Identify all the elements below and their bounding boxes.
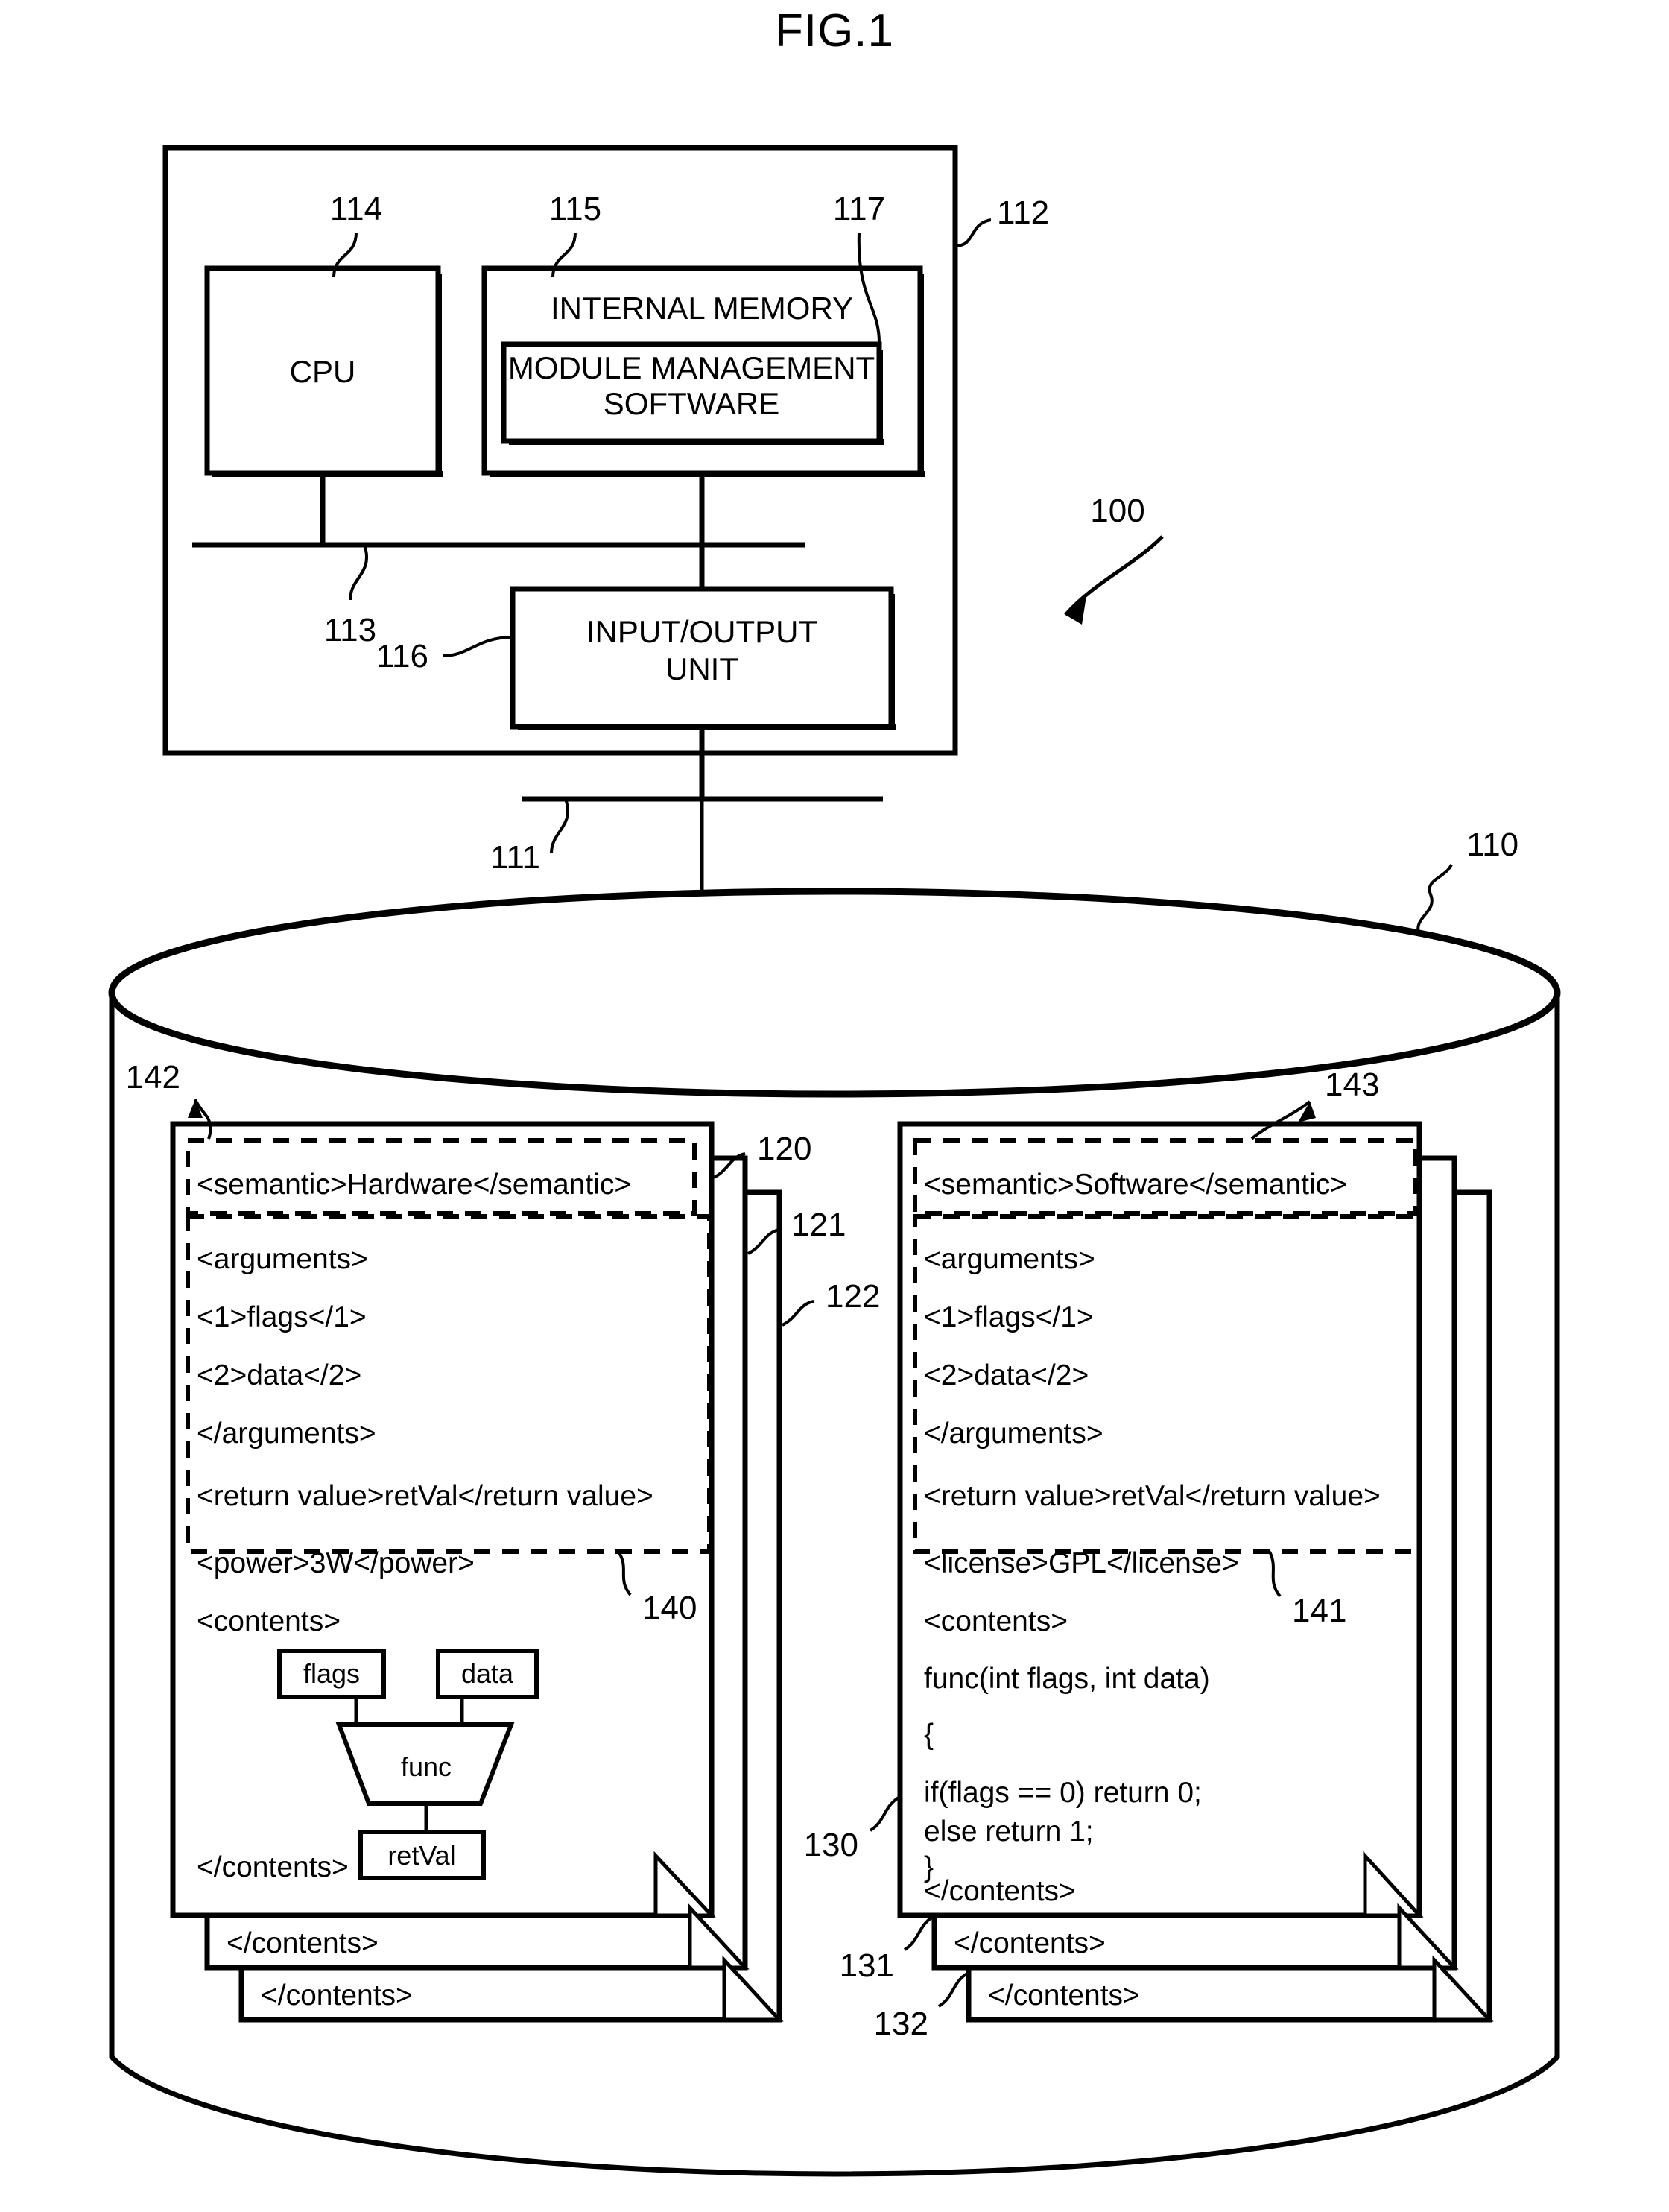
storage-cylinder-top xyxy=(108,888,1561,1098)
ref-130: 130 xyxy=(804,1827,858,1863)
ref-117: 117 xyxy=(833,191,885,227)
ref-132: 132 xyxy=(874,2006,928,2042)
circuit-data-label: data xyxy=(461,1658,514,1689)
leader-110 xyxy=(1416,864,1453,936)
ref-100: 100 xyxy=(1090,493,1144,529)
hardware-line-0: <semantic>Hardware</semantic> xyxy=(197,1169,631,1201)
software-line-9: { xyxy=(924,1719,934,1751)
ref-141: 141 xyxy=(1292,1593,1346,1629)
ref-143: 143 xyxy=(1325,1066,1379,1103)
circuit-retval-label: retVal xyxy=(387,1840,455,1871)
software-line-8: func(int flags, int data) xyxy=(924,1663,1210,1695)
ref-110: 110 xyxy=(1466,827,1518,863)
software-stack-line-3: </contents> xyxy=(988,1979,1140,2012)
ref-131: 131 xyxy=(840,1947,894,1984)
software-line-2: <1>flags</1> xyxy=(924,1301,1094,1333)
internal-memory-label: INTERNAL MEMORY xyxy=(551,291,853,326)
ref-122: 122 xyxy=(826,1278,880,1315)
software-line-0: <semantic>Software</semantic> xyxy=(924,1169,1347,1201)
software-line-13: </contents> xyxy=(924,1875,1076,1907)
leader-113 xyxy=(349,546,368,601)
software-line-4: </arguments> xyxy=(924,1418,1103,1450)
hardware-line-3: <2>data</2> xyxy=(197,1359,361,1391)
hardware-line-7: <contents> xyxy=(197,1605,341,1637)
mms-shadow xyxy=(509,439,884,445)
ref-140: 140 xyxy=(642,1590,697,1626)
software-line-7: <contents> xyxy=(924,1605,1068,1637)
hardware-line-1: <arguments> xyxy=(197,1243,368,1275)
hardware-line-4: </arguments> xyxy=(197,1418,376,1450)
software-line-3: <2>data</2> xyxy=(924,1359,1089,1391)
circuit-flags-label: flags xyxy=(303,1658,360,1689)
leader-116 xyxy=(443,636,513,657)
ref-121: 121 xyxy=(791,1207,846,1243)
circuit-func-label: func xyxy=(401,1751,452,1782)
computer-unit-group: 112 CPU 114 INTERNAL MEMORY 115 MODULE M… xyxy=(162,145,1164,756)
figure-title: FIG.1 xyxy=(774,5,895,57)
ref-142: 142 xyxy=(126,1059,180,1096)
internal-memory-shadow-right xyxy=(918,274,924,477)
mms-label-line1: MODULE MANAGEMENT xyxy=(508,350,875,385)
hardware-line-5: <return value>retVal</return value> xyxy=(197,1480,653,1512)
cpu-box-shadow-right xyxy=(436,274,442,477)
internal-memory-shadow xyxy=(490,471,925,477)
io-unit-shadow-right xyxy=(889,594,895,730)
io-unit-label-line2: UNIT xyxy=(665,651,738,686)
figure-canvas: 112 CPU 114 INTERNAL MEMORY 115 MODULE M… xyxy=(108,145,1561,2177)
hardware-card-stack: </contents> </contents> <semantic>Hardwa… xyxy=(126,1059,880,2023)
ref-114: 114 xyxy=(330,191,382,227)
figure-root: FIG.1 112 CPU 114 INTERNAL MEMORY 115 MO… xyxy=(0,0,1669,2212)
ref-115: 115 xyxy=(549,191,601,227)
software-line-6: <license>GPL</license> xyxy=(924,1547,1239,1579)
hardware-line-2: <1>flags</1> xyxy=(197,1301,367,1333)
hardware-stack-line-2: </contents> xyxy=(227,1927,379,1959)
hardware-stack-line-3: </contents> xyxy=(261,1979,413,2012)
ref-111: 111 xyxy=(490,839,540,876)
io-unit-label-line1: INPUT/OUTPUT xyxy=(586,614,817,649)
software-stack-line-2: </contents> xyxy=(954,1927,1106,1959)
software-line-10: if(flags == 0) return 0; xyxy=(924,1777,1202,1809)
ref-120: 120 xyxy=(757,1131,811,1167)
software-card-stack: </contents> </contents> <semantic>Softwa… xyxy=(804,1066,1494,2042)
ref-113: 113 xyxy=(324,612,376,648)
ref-112: 112 xyxy=(997,195,1049,231)
hardware-line-6: <power>3W</power> xyxy=(197,1547,475,1579)
mms-label-line2: SOFTWARE xyxy=(604,386,779,421)
mms-shadow-right xyxy=(877,350,883,445)
software-line-11: else return 1; xyxy=(924,1816,1094,1848)
cpu-label: CPU xyxy=(290,354,356,389)
leader-112 xyxy=(954,218,992,247)
software-line-1: <arguments> xyxy=(924,1243,1095,1275)
io-unit-shadow xyxy=(518,724,896,730)
leader-111 xyxy=(550,800,569,854)
ref-116: 116 xyxy=(376,638,428,674)
software-line-5: <return value>retVal</return value> xyxy=(924,1480,1381,1512)
hardware-line-8: </contents> xyxy=(197,1851,349,1883)
cpu-box-shadow xyxy=(212,471,443,477)
